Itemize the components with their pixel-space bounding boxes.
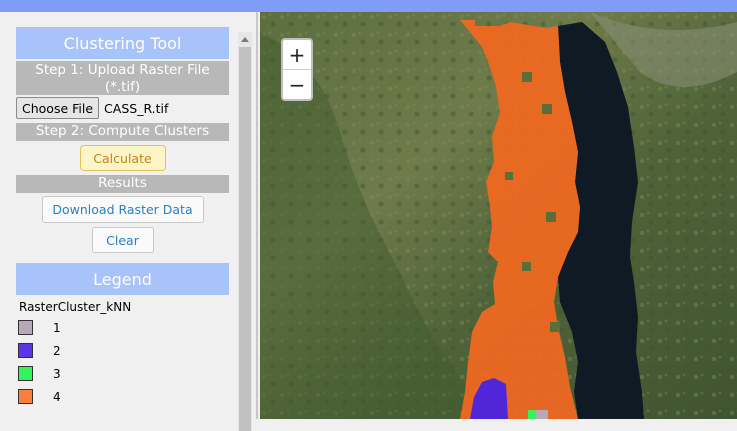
legend-layer-name: RasterCluster_kNN — [19, 300, 132, 314]
legend-item-label: 2 — [53, 343, 61, 358]
legend-item-label: 1 — [53, 320, 61, 335]
cluster-1-patch — [536, 410, 548, 419]
cluster-gap — [505, 172, 513, 180]
selected-file-name: CASS_R.tif — [104, 100, 169, 116]
legend-title: Legend — [16, 263, 229, 295]
step2-heading: Step 2: Compute Clusters — [16, 123, 229, 141]
legend-item-label: 4 — [53, 389, 61, 404]
legend-swatch — [18, 320, 33, 335]
legend-swatch — [18, 389, 33, 404]
step1-heading: Step 1: Upload Raster File (*.tif) — [16, 61, 229, 95]
legend-item: 3 — [18, 366, 61, 381]
clustering-tool-panel: Clustering Tool Step 1: Upload Raster Fi… — [16, 27, 229, 253]
map-imagery — [260, 12, 737, 419]
scrollbar-thumb[interactable] — [239, 47, 251, 431]
cluster-gap — [542, 104, 552, 114]
scroll-up-arrow-icon[interactable] — [238, 32, 252, 46]
zoom-control: + − — [281, 38, 313, 101]
cluster-gap — [522, 262, 531, 271]
download-wrapper: Download Raster Data — [16, 196, 229, 223]
file-upload-row: Choose File CASS_R.tif — [16, 97, 229, 119]
clear-button[interactable]: Clear — [91, 227, 154, 253]
panel-title: Clustering Tool — [16, 27, 229, 59]
top-accent-bar — [0, 0, 737, 12]
results-heading: Results — [16, 175, 229, 193]
legend-swatch — [18, 343, 33, 358]
download-raster-button[interactable]: Download Raster Data — [41, 196, 204, 223]
legend-item-label: 3 — [53, 366, 61, 381]
clear-wrapper: Clear — [16, 227, 229, 253]
legend-item: 1 — [18, 320, 61, 335]
legend-item: 2 — [18, 343, 61, 358]
zoom-out-button[interactable]: − — [283, 70, 311, 99]
zoom-in-button[interactable]: + — [283, 40, 311, 70]
side-panel: Clustering Tool Step 1: Upload Raster Fi… — [0, 12, 258, 431]
cluster-gap — [522, 72, 532, 82]
legend-item: 4 — [18, 389, 61, 404]
calculate-button[interactable]: Calculate — [79, 145, 166, 171]
panel-scrollbar[interactable] — [238, 32, 252, 431]
calculate-wrapper: Calculate — [16, 145, 229, 171]
choose-file-button[interactable]: Choose File — [16, 97, 100, 119]
cluster-gap — [546, 212, 556, 222]
legend-swatch — [18, 366, 33, 381]
cluster-gap — [550, 322, 560, 332]
satellite-map[interactable]: + − — [260, 12, 737, 419]
